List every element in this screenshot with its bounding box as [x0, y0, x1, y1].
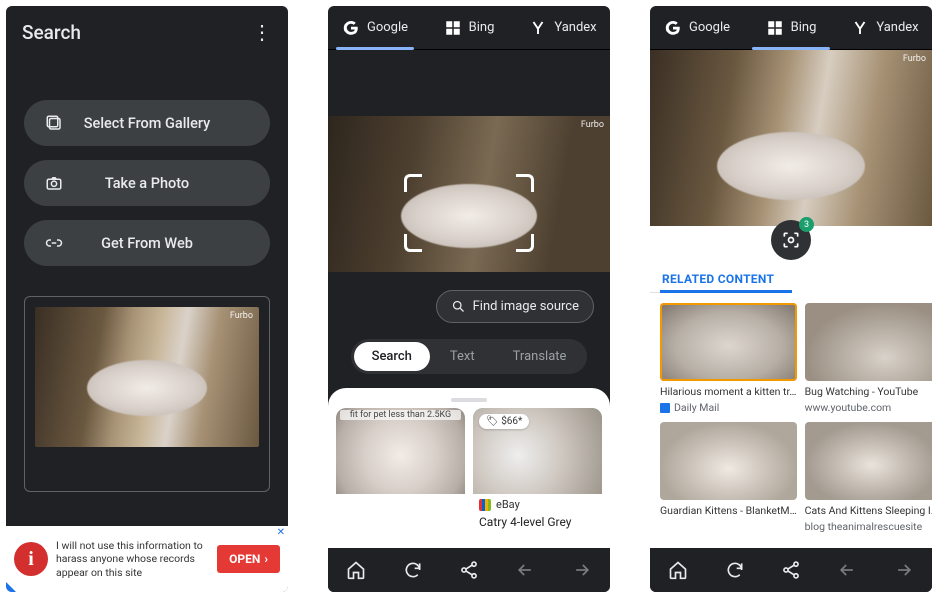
tab-yandex-label: Yandex: [876, 20, 918, 35]
app-header: Search ⋮: [6, 6, 288, 58]
ad-text: I will not use this information to haras…: [56, 539, 209, 578]
chevron-right-icon: ›: [264, 552, 268, 566]
result-cards: fit for pet less than 2.5KG 🏷 $66* eBay …: [336, 408, 602, 533]
tab-bing-label: Bing: [469, 20, 495, 35]
related-source: www.youtube.com: [805, 401, 932, 414]
ad-close-icon[interactable]: ✕: [277, 527, 285, 538]
tab-yandex[interactable]: Yandex: [838, 6, 932, 49]
related-item[interactable]: Guardian Kittens - BlanketM…: [660, 422, 797, 533]
related-item[interactable]: Bug Watching - YouTube www.youtube.com: [805, 303, 932, 414]
tab-bing[interactable]: Bing: [744, 6, 838, 49]
bottom-nav: [328, 548, 610, 592]
home-icon[interactable]: [667, 559, 689, 581]
refresh-icon[interactable]: [402, 559, 424, 581]
ad-banner[interactable]: ✕ i I will not use this information to h…: [6, 526, 288, 592]
home-icon[interactable]: [345, 559, 367, 581]
screen-google-lens: Google Bing Yandex Furbo Find image sour…: [328, 6, 610, 592]
search-options: Select From Gallery Take a Photo Get Fro…: [6, 58, 288, 492]
tab-bing[interactable]: Bing: [422, 6, 516, 49]
lens-image[interactable]: Furbo: [328, 116, 610, 272]
related-thumb: [660, 422, 797, 500]
camera-label: Take a Photo: [24, 175, 270, 192]
gallery-label: Select From Gallery: [24, 115, 270, 132]
result-title: Catry 4-level Grey: [473, 515, 602, 533]
forward-icon[interactable]: [893, 559, 915, 581]
related-source: blog theanimalrescuesite: [805, 520, 932, 533]
tab-google-label: Google: [689, 20, 730, 35]
pet-bed-shape: [717, 132, 865, 200]
fab-badge: 3: [799, 217, 814, 232]
back-icon[interactable]: [836, 559, 858, 581]
bing-results: 3 RELATED CONTENT Hilarious moment a kit…: [650, 226, 932, 548]
bottom-nav: [650, 548, 932, 592]
screen-bing-visual: Google Bing Yandex Furbo 3 RELATED CONTE…: [650, 6, 932, 592]
share-icon[interactable]: [458, 559, 480, 581]
related-item[interactable]: Hilarious moment a kitten tr… Daily Mail: [660, 303, 797, 414]
select-gallery-button[interactable]: Select From Gallery: [24, 100, 270, 146]
find-source-label: Find image source: [473, 299, 579, 314]
drag-handle-icon[interactable]: [451, 398, 487, 402]
related-title: Hilarious moment a kitten tr…: [660, 385, 797, 398]
related-item[interactable]: Cats And Kittens Sleeping I… blog theani…: [805, 422, 932, 533]
share-icon[interactable]: [780, 559, 802, 581]
adchoices-icon[interactable]: [6, 582, 16, 592]
chip-search[interactable]: Search: [354, 342, 430, 371]
related-thumb: [805, 303, 932, 381]
related-grid: Hilarious moment a kitten tr… Daily Mail…: [650, 293, 932, 533]
find-image-source-button[interactable]: Find image source: [436, 290, 594, 323]
forward-icon[interactable]: [571, 559, 593, 581]
lens-mode-chips: Search Text Translate: [351, 339, 588, 374]
ad-info-icon: i: [14, 542, 48, 576]
watermark: Furbo: [581, 120, 604, 130]
related-source: Daily Mail: [660, 401, 797, 414]
result-caption: fit for pet less than 2.5KG: [340, 410, 461, 420]
results-sheet[interactable]: fit for pet less than 2.5KG 🏷 $66* eBay …: [328, 388, 610, 548]
tab-yandex[interactable]: Yandex: [516, 6, 610, 49]
source-icon: [660, 403, 670, 413]
chip-text[interactable]: Text: [432, 342, 493, 371]
ad-open-button[interactable]: OPEN ›: [217, 545, 280, 573]
web-label: Get From Web: [24, 235, 270, 252]
tab-google[interactable]: Google: [328, 6, 422, 49]
page-title: Search: [22, 21, 81, 44]
take-photo-button[interactable]: Take a Photo: [24, 160, 270, 206]
image-preview-frame[interactable]: Furbo: [24, 296, 270, 492]
related-title: Guardian Kittens - BlanketM…: [660, 504, 797, 517]
more-icon[interactable]: ⋮: [252, 20, 272, 44]
related-title: Bug Watching - YouTube: [805, 385, 932, 398]
related-title: Cats And Kittens Sleeping I…: [805, 504, 932, 517]
ebay-icon: [479, 499, 491, 511]
pet-bed-shape: [87, 360, 207, 416]
image-preview: Furbo: [35, 307, 259, 447]
result-thumb: fit for pet less than 2.5KG: [336, 408, 465, 494]
price-tag: 🏷 $66*: [479, 414, 529, 429]
get-web-button[interactable]: Get From Web: [24, 220, 270, 266]
related-thumb: [660, 303, 797, 381]
lens-main: Furbo Find image source Search Text Tran…: [328, 50, 610, 548]
related-content-header: RELATED CONTENT: [650, 268, 786, 293]
tab-bing-label: Bing: [791, 20, 817, 35]
chip-translate[interactable]: Translate: [495, 342, 585, 371]
query-image[interactable]: Furbo: [650, 50, 932, 226]
tab-google[interactable]: Google: [650, 6, 744, 49]
watermark: Furbo: [903, 54, 926, 64]
back-icon[interactable]: [514, 559, 536, 581]
result-thumb: 🏷 $66*: [473, 408, 602, 494]
watermark: Furbo: [230, 311, 253, 321]
result-card[interactable]: fit for pet less than 2.5KG: [336, 408, 465, 533]
tab-google-label: Google: [367, 20, 408, 35]
screen-search-app: Search ⋮ Select From Gallery Take a Phot…: [6, 6, 288, 592]
search-engine-tabs: Google Bing Yandex: [650, 6, 932, 50]
result-card[interactable]: 🏷 $66* eBay Catry 4-level Grey: [473, 408, 602, 533]
crop-frame[interactable]: [404, 174, 534, 252]
refresh-icon[interactable]: [724, 559, 746, 581]
visual-search-fab[interactable]: 3: [771, 220, 811, 260]
result-source: eBay: [473, 494, 602, 515]
tab-yandex-label: Yandex: [554, 20, 596, 35]
search-engine-tabs: Google Bing Yandex: [328, 6, 610, 50]
ad-open-label: OPEN: [229, 552, 260, 566]
related-thumb: [805, 422, 932, 500]
result-source-label: eBay: [496, 498, 520, 511]
